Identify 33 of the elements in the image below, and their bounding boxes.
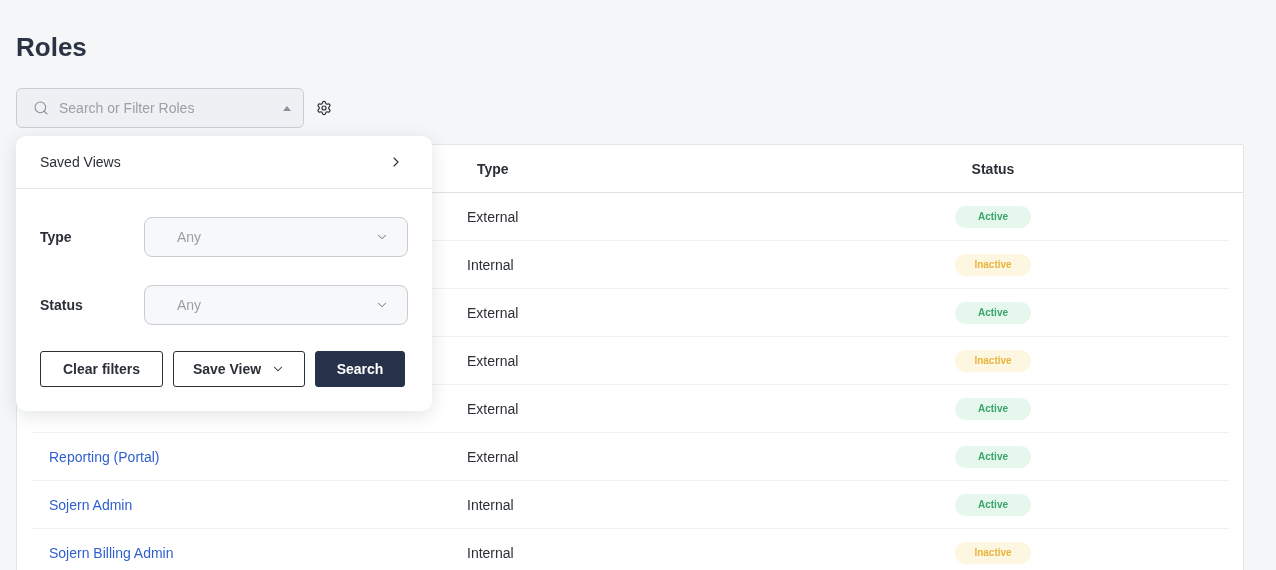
column-header: Status bbox=[971, 160, 1015, 177]
status-badge: Active bbox=[955, 397, 1031, 420]
status-badge: Active bbox=[955, 205, 1031, 228]
type-cell: External bbox=[467, 448, 519, 465]
type-cell: Internal bbox=[467, 496, 514, 513]
type-cell: External bbox=[467, 400, 519, 417]
role-link[interactable]: Sojern Admin bbox=[49, 496, 133, 513]
search-icon bbox=[33, 100, 49, 116]
settings-icon[interactable] bbox=[316, 100, 332, 116]
type-cell: External bbox=[467, 352, 519, 369]
page-title: Roles bbox=[16, 31, 88, 64]
status-badge: Inactive bbox=[955, 253, 1031, 276]
clear-filters-button[interactable]: Clear filters bbox=[40, 351, 163, 387]
status-badge: Inactive bbox=[955, 349, 1031, 372]
type-cell: External bbox=[467, 208, 519, 225]
role-link[interactable]: Reporting (Portal) bbox=[49, 448, 160, 465]
column-header: Type bbox=[476, 160, 509, 177]
status-badge: Active bbox=[955, 301, 1031, 324]
status-badge: Active bbox=[955, 493, 1031, 516]
saved-views-item[interactable]: Saved Views bbox=[16, 136, 432, 189]
type-cell: Internal bbox=[467, 256, 514, 273]
save-view-button[interactable]: Save View bbox=[173, 351, 305, 387]
search-bar[interactable]: Search or Filter Roles bbox=[16, 88, 304, 128]
role-link[interactable]: Sojern Billing Admin bbox=[49, 544, 174, 561]
caret-icon bbox=[283, 105, 291, 111]
filter-label: Type bbox=[40, 229, 73, 245]
status-badge: Inactive bbox=[955, 541, 1031, 564]
type-cell: External bbox=[467, 304, 519, 321]
search-button[interactable]: Search bbox=[315, 351, 405, 387]
type-cell: Internal bbox=[467, 544, 514, 561]
search-field[interactable]: Search or Filter Roles bbox=[57, 99, 275, 117]
filter-label: Status bbox=[40, 297, 84, 313]
status-badge: Active bbox=[955, 445, 1031, 468]
